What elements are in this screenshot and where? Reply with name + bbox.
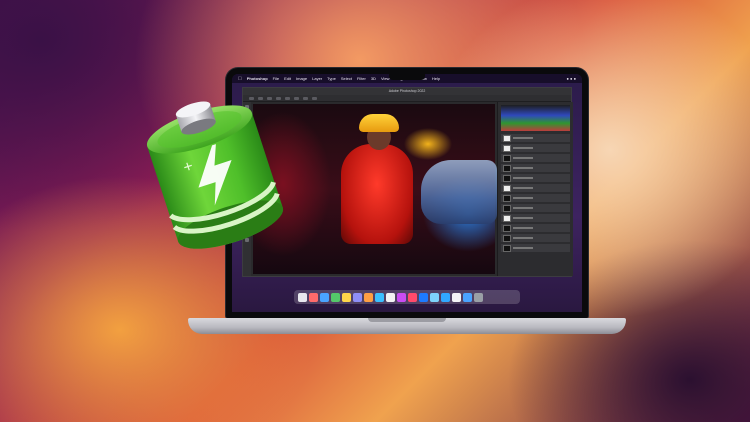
layer-thumb	[503, 134, 511, 142]
menu-type[interactable]: Type	[327, 76, 336, 81]
dock-app-icon[interactable]	[441, 292, 450, 302]
layer-thumb	[503, 234, 511, 242]
laptop-base-notch	[368, 318, 446, 322]
menu-image[interactable]: Image	[296, 76, 307, 81]
menu-3d[interactable]: 3D	[371, 76, 376, 81]
layer-name-bar	[513, 147, 533, 149]
dock-app-icon[interactable]	[386, 292, 395, 302]
layer-thumb	[503, 144, 511, 152]
layer-name-bar	[513, 187, 533, 189]
layer-thumb	[503, 224, 511, 232]
battery-illustration: +	[146, 101, 284, 249]
layer-thumb	[503, 204, 511, 212]
dock-app-icon[interactable]	[342, 292, 351, 302]
layer-name-bar	[513, 167, 533, 169]
layer-thumb	[503, 244, 511, 252]
status-icons: ● ● ●	[566, 76, 576, 81]
dock-app-icon[interactable]	[419, 292, 428, 302]
dock-app-icon[interactable]	[298, 292, 307, 302]
dock-app-icon[interactable]	[309, 292, 318, 302]
layer-name-bar	[513, 207, 533, 209]
layer-name-bar	[513, 217, 533, 219]
histogram-panel	[501, 105, 570, 131]
dock-app-icon[interactable]	[430, 292, 439, 302]
layer-thumb	[503, 174, 511, 182]
dock-app-icon[interactable]	[408, 292, 417, 302]
layer-row[interactable]	[501, 204, 570, 212]
layer-row[interactable]	[501, 214, 570, 222]
canvas-trailer	[421, 160, 497, 224]
dock-app-icon[interactable]	[364, 292, 373, 302]
canvas-figure-jacket	[341, 144, 413, 244]
layer-name-bar	[513, 247, 533, 249]
menu-edit[interactable]: Edit	[284, 76, 291, 81]
menu-select[interactable]: Select	[341, 76, 352, 81]
option-control[interactable]	[312, 96, 317, 100]
layer-row[interactable]	[501, 134, 570, 142]
menu-layer[interactable]: Layer	[312, 76, 322, 81]
apple-icon[interactable]: 	[238, 76, 242, 82]
layer-row[interactable]	[501, 194, 570, 202]
layer-row[interactable]	[501, 144, 570, 152]
battery-charging-icon: +	[130, 82, 300, 257]
dock-app-icon[interactable]	[463, 292, 472, 302]
layer-name-bar	[513, 227, 533, 229]
layer-name-bar	[513, 157, 533, 159]
right-panels	[497, 102, 573, 276]
layer-name-bar	[513, 197, 533, 199]
layer-name-bar	[513, 177, 533, 179]
dock-app-icon[interactable]	[452, 292, 461, 302]
dock-app-icon[interactable]	[331, 292, 340, 302]
layer-thumb	[503, 194, 511, 202]
layer-name-bar	[513, 237, 533, 239]
dock-app-icon[interactable]	[353, 292, 362, 302]
layer-thumb	[503, 154, 511, 162]
layer-row[interactable]	[501, 154, 570, 162]
dock-app-icon[interactable]	[320, 292, 329, 302]
dock-app-icon[interactable]	[474, 292, 483, 302]
layer-row[interactable]	[501, 164, 570, 172]
layer-row[interactable]	[501, 224, 570, 232]
layer-thumb	[503, 184, 511, 192]
dock-app-icon[interactable]	[375, 292, 384, 302]
canvas-figure-hat	[359, 114, 399, 132]
menu-help[interactable]: Help	[432, 76, 440, 81]
camera-notch	[389, 74, 425, 80]
dock-app-icon[interactable]	[397, 292, 406, 302]
layer-thumb	[503, 164, 511, 172]
layer-row[interactable]	[501, 184, 570, 192]
menu-filter[interactable]: Filter	[357, 76, 366, 81]
layer-row[interactable]	[501, 244, 570, 252]
menu-file[interactable]: File	[273, 76, 279, 81]
layer-thumb	[503, 214, 511, 222]
layer-row[interactable]	[501, 174, 570, 182]
macos-dock	[294, 290, 520, 304]
layer-name-bar	[513, 137, 533, 139]
option-control[interactable]	[303, 96, 308, 100]
menubar-app-name[interactable]: Photoshop	[247, 76, 268, 81]
layer-row[interactable]	[501, 234, 570, 242]
